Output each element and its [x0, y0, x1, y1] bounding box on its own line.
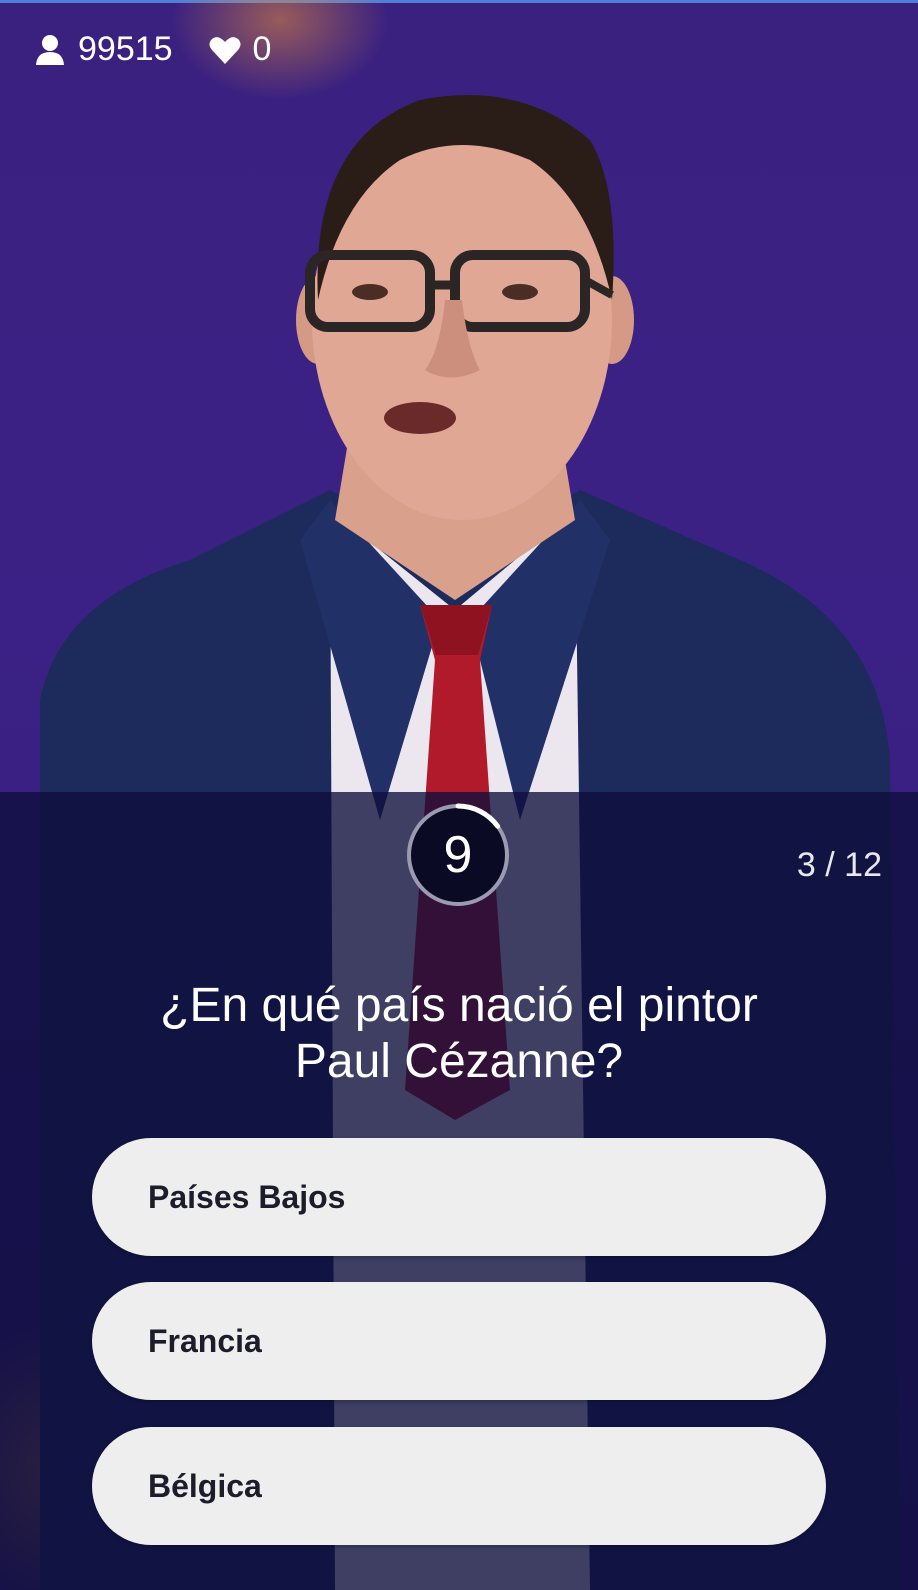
top-stats: 99515 0 [34, 30, 271, 69]
lives-count: 0 [209, 30, 272, 69]
heart-icon [209, 35, 241, 65]
quiz-screen: 99515 0 9 3 / 12 ¿En qué país nació el p… [0, 0, 918, 1590]
person-icon [34, 34, 66, 66]
question-progress: 3 / 12 [796, 846, 882, 884]
player-count-value: 99515 [78, 30, 173, 68]
question-line-2: Paul Cézanne? [294, 1035, 624, 1088]
timer-seconds: 9 [443, 826, 473, 884]
question-line-1: ¿En qué país nació el pintor [160, 979, 758, 1032]
answer-option-2[interactable]: Francia [92, 1282, 826, 1400]
lives-count-value: 0 [252, 30, 272, 68]
countdown-timer: 9 [403, 800, 513, 910]
player-count: 99515 [34, 30, 173, 69]
question-text: ¿En qué país nació el pintor Paul Cézann… [60, 978, 858, 1090]
answer-option-1[interactable]: Países Bajos [92, 1138, 826, 1256]
answer-option-3[interactable]: Bélgica [92, 1427, 826, 1545]
